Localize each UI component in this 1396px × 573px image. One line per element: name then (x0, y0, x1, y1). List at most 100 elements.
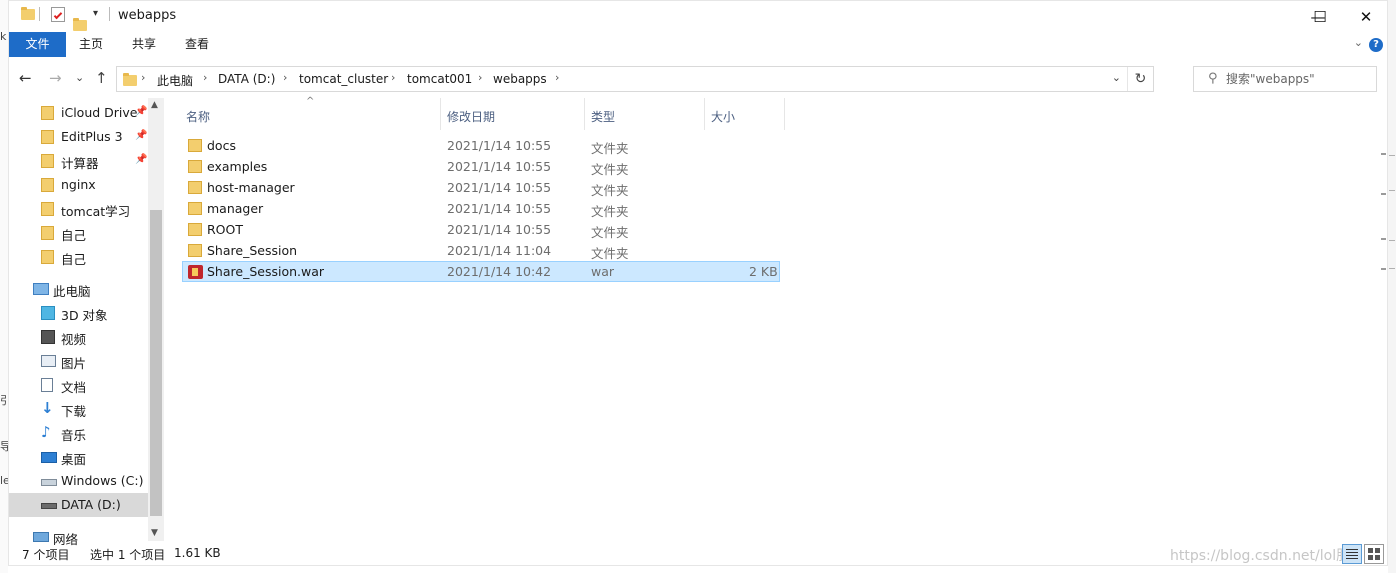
file-name: Share_Session (207, 243, 298, 258)
breadcrumb-separator[interactable]: › (555, 71, 559, 84)
breadcrumb-separator[interactable]: › (141, 71, 145, 84)
sidebar-item-calculator[interactable]: 计算器 📌 (9, 149, 149, 173)
table-row[interactable]: Share_Session 2021/1/14 11:04 文件夹 (182, 240, 780, 261)
close-button[interactable]: ✕ (1343, 1, 1389, 32)
address-bar[interactable]: › 此电脑 › DATA (D:) › tomcat_cluster › tom… (116, 66, 1154, 92)
file-type: 文件夹 (591, 204, 629, 219)
divider (109, 7, 110, 21)
music-icon: ♪ (41, 423, 51, 441)
file-date: 2021/1/14 10:42 (447, 264, 552, 279)
refresh-button[interactable]: ↻ (1127, 67, 1153, 91)
breadcrumb-tomcat-cluster[interactable]: tomcat_cluster (299, 72, 388, 86)
table-row[interactable]: Share_Session.war 2021/1/14 10:42 war 2 … (182, 261, 780, 282)
sidebar-item-self[interactable]: 自己 (9, 221, 149, 245)
breadcrumb-separator[interactable]: › (203, 71, 207, 84)
breadcrumb-separator[interactable]: › (283, 71, 287, 84)
properties-icon[interactable] (51, 7, 65, 22)
search-input[interactable] (1226, 70, 1371, 88)
file-date: 2021/1/14 11:04 (447, 243, 552, 258)
sidebar-item-pictures[interactable]: 图片 (9, 349, 149, 373)
sidebar-item-3d-objects[interactable]: 3D 对象 (9, 301, 149, 325)
file-type: war (591, 264, 615, 279)
sidebar-item-videos[interactable]: 视频 (9, 325, 149, 349)
sidebar-item-self[interactable]: 自己 (9, 245, 149, 269)
up-button[interactable]: ↑ (95, 69, 108, 87)
sidebar-item-documents[interactable]: 文档 (9, 373, 149, 397)
folder-icon (188, 139, 202, 152)
sidebar-item-data-d[interactable]: DATA (D:) (9, 493, 149, 517)
pin-icon[interactable]: 📌 (135, 154, 147, 165)
file-name: ROOT (207, 222, 243, 237)
address-history-chevron-icon[interactable]: ⌄ (1112, 71, 1121, 84)
list-scrollbar[interactable] (1379, 98, 1388, 538)
sidebar-item-label: 图片 (61, 356, 87, 371)
table-row[interactable]: manager 2021/1/14 10:55 文件夹 (182, 198, 780, 219)
tab-view[interactable]: 查看 (177, 32, 217, 57)
sidebar-item-label: 下载 (61, 404, 87, 419)
folder-icon[interactable] (21, 7, 35, 20)
pin-icon[interactable]: 📌 (135, 130, 147, 141)
sort-ascending-icon: ^ (306, 96, 315, 107)
table-row[interactable]: ROOT 2021/1/14 10:55 文件夹 (182, 219, 780, 240)
sidebar-item-label: tomcat学习 (61, 204, 131, 219)
scrollbar-thumb[interactable] (150, 210, 162, 516)
column-header-size[interactable]: 大小 (711, 108, 735, 125)
column-divider[interactable] (440, 98, 441, 130)
scroll-down-arrow-icon[interactable]: ▼ (151, 528, 158, 538)
background-text: k (0, 30, 7, 43)
tab-file[interactable]: 文件 (9, 32, 66, 57)
folder-icon (41, 154, 54, 168)
sidebar-item-nginx[interactable]: nginx (9, 173, 149, 197)
scroll-up-arrow-icon[interactable]: ▲ (151, 100, 158, 110)
breadcrumb-tomcat001[interactable]: tomcat001 (407, 72, 472, 86)
back-button[interactable]: ← (19, 69, 32, 87)
column-divider[interactable] (584, 98, 585, 130)
sidebar-item-icloud-drive[interactable]: iCloud Drive 📌 (9, 101, 149, 125)
title-bar: ▾ webapps — ☐ ✕ (9, 1, 1387, 32)
recent-locations-button[interactable]: ⌄ (75, 71, 84, 84)
sidebar-scrollbar[interactable]: ▲ ▼ (148, 98, 164, 541)
sidebar-item-music[interactable]: ♪ 音乐 (9, 421, 149, 445)
document-icon (41, 378, 53, 392)
breadcrumb-this-pc[interactable]: 此电脑 (157, 72, 193, 89)
drive-icon (41, 479, 57, 486)
column-divider[interactable] (784, 98, 785, 130)
breadcrumb-separator[interactable]: › (391, 71, 395, 84)
new-folder-icon[interactable] (73, 18, 87, 31)
sidebar-item-label: 自己 (61, 228, 87, 243)
expand-ribbon-icon[interactable]: ⌄ (1354, 36, 1363, 49)
sidebar-item-this-pc[interactable]: 此电脑 (9, 277, 149, 301)
sidebar-item-desktop[interactable]: 桌面 (9, 445, 149, 469)
column-header-type[interactable]: 类型 (591, 108, 615, 125)
forward-button[interactable]: → (49, 69, 62, 87)
help-icon[interactable]: ? (1369, 38, 1383, 52)
sidebar-item-downloads[interactable]: ↓ 下载 (9, 397, 149, 421)
breadcrumb-webapps[interactable]: webapps (493, 72, 547, 86)
tab-home[interactable]: 主页 (71, 32, 111, 57)
navigation-bar: ← → ⌄ ↑ › 此电脑 › DATA (D:) › tomcat_clust… (9, 63, 1387, 95)
sidebar-item-windows-c[interactable]: Windows (C:) (9, 469, 149, 493)
pin-icon[interactable]: 📌 (135, 106, 147, 117)
tab-share[interactable]: 共享 (124, 32, 164, 57)
table-row[interactable]: host-manager 2021/1/14 10:55 文件夹 (182, 177, 780, 198)
sidebar-item-editplus[interactable]: EditPlus 3 📌 (9, 125, 149, 149)
folder-icon (188, 244, 202, 257)
file-name: host-manager (207, 180, 295, 195)
column-header-name[interactable]: 名称 (186, 108, 210, 125)
table-row[interactable]: examples 2021/1/14 10:55 文件夹 (182, 156, 780, 177)
navigation-pane: iCloud Drive 📌 EditPlus 3 📌 计算器 📌 nginx … (9, 98, 164, 547)
breadcrumb-separator[interactable]: › (478, 71, 482, 84)
breadcrumb-data-drive[interactable]: DATA (D:) (218, 72, 275, 86)
large-icons-view-button[interactable] (1364, 544, 1384, 564)
details-view-button[interactable] (1342, 544, 1362, 564)
sidebar-item-label: EditPlus 3 (61, 129, 123, 144)
customize-quick-access-icon[interactable]: ▾ (93, 8, 98, 19)
ribbon-tabs: 文件 主页 共享 查看 ⌄ ? (9, 32, 1387, 57)
maximize-button[interactable]: ☐ (1297, 1, 1343, 32)
column-header-date[interactable]: 修改日期 (447, 108, 495, 125)
sidebar-item-tomcat-study[interactable]: tomcat学习 (9, 197, 149, 221)
search-box[interactable]: ⚲ (1193, 66, 1377, 92)
column-divider[interactable] (704, 98, 705, 130)
table-row[interactable]: docs 2021/1/14 10:55 文件夹 (182, 135, 780, 156)
sidebar-item-label: 此电脑 (53, 284, 91, 299)
